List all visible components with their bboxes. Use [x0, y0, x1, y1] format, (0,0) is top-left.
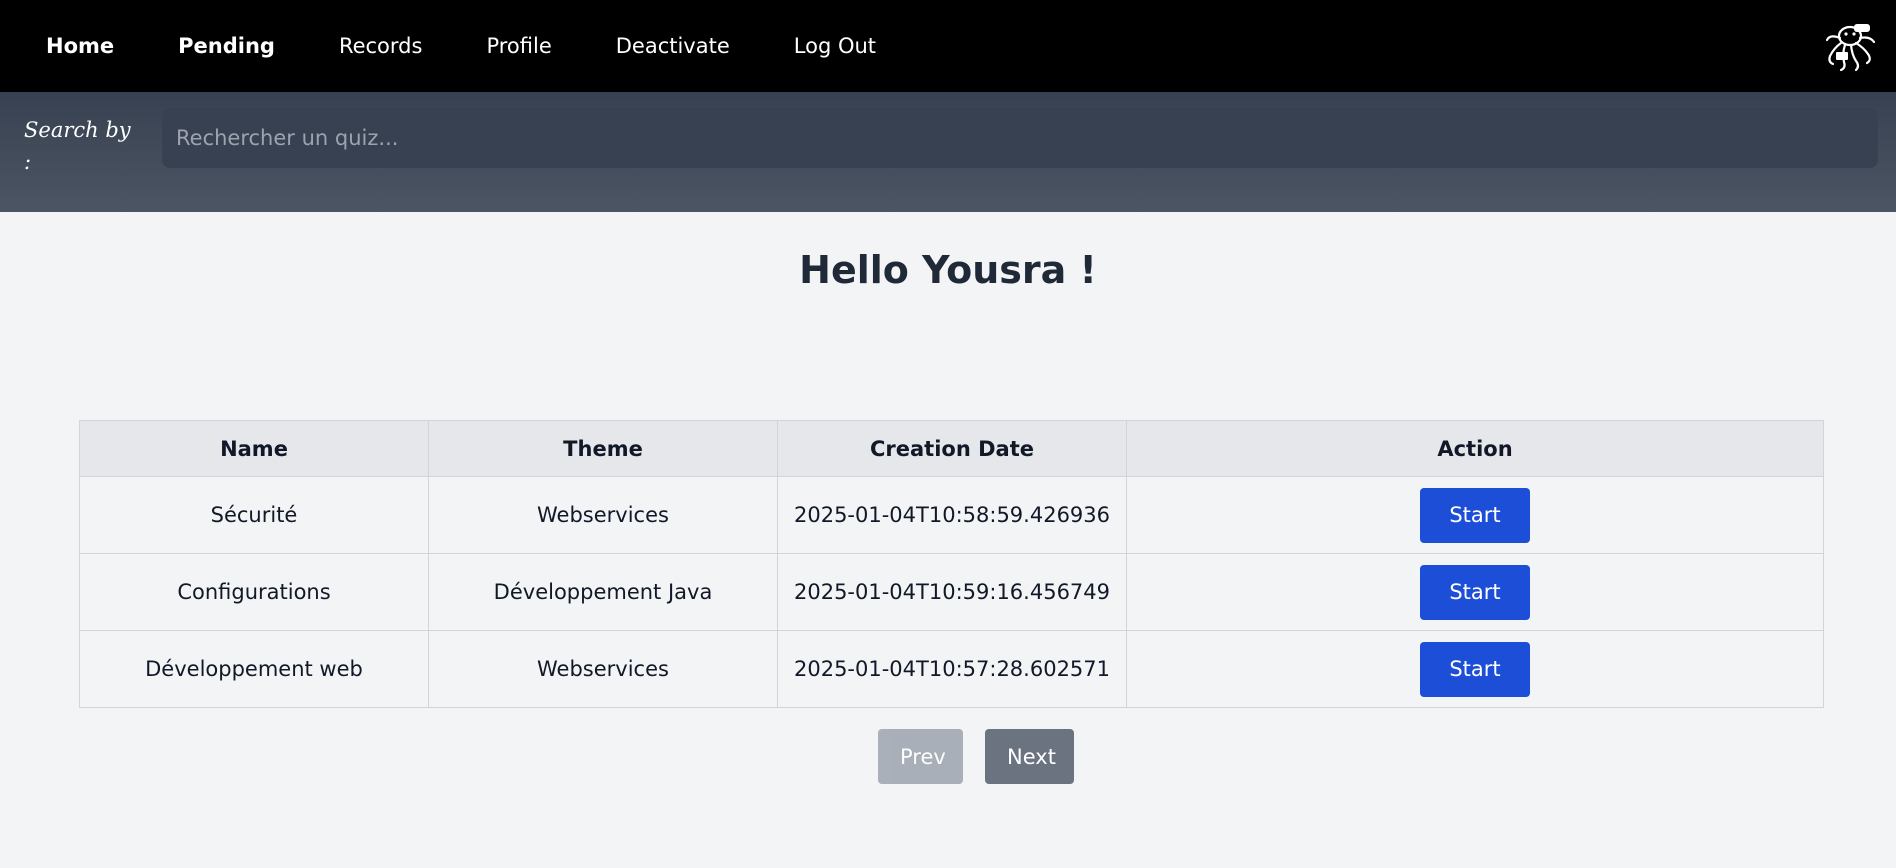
quiz-table: Name Theme Creation Date Action Sécurité… — [79, 420, 1824, 708]
cell-name: Développement web — [79, 630, 429, 708]
start-button[interactable]: Start — [1420, 564, 1530, 620]
nav-logout-link[interactable]: Log Out — [794, 34, 876, 58]
cell-date: 2025-01-04T10:58:59.426936 — [777, 476, 1127, 554]
cell-name: Configurations — [79, 553, 429, 631]
prev-page-button[interactable]: Prev — [878, 729, 963, 784]
cell-action: Start — [1126, 630, 1824, 708]
header-name: Name — [79, 420, 429, 477]
nav-pending-link[interactable]: Pending — [178, 34, 275, 58]
nav-records-link[interactable]: Records — [339, 34, 423, 58]
table-row: Développement web Webservices 2025-01-04… — [79, 630, 1824, 708]
cell-date: 2025-01-04T10:57:28.602571 — [777, 630, 1127, 708]
nav-home-link[interactable]: Home — [46, 34, 114, 58]
header-theme: Theme — [428, 420, 778, 477]
cell-theme: Webservices — [428, 630, 778, 708]
search-label: Search by : — [24, 118, 131, 174]
table-row: Configurations Développement Java 2025-0… — [79, 553, 1824, 631]
nav-deactivate-link[interactable]: Deactivate — [616, 34, 730, 58]
cell-name: Sécurité — [79, 476, 429, 554]
octopus-logo-icon — [1825, 24, 1876, 72]
table-header-row: Name Theme Creation Date Action — [79, 420, 1824, 477]
search-input[interactable] — [162, 108, 1878, 168]
cell-action: Start — [1126, 553, 1824, 631]
table-row: Sécurité Webservices 2025-01-04T10:58:59… — [79, 476, 1824, 554]
nav-profile-link[interactable]: Profile — [486, 34, 551, 58]
greeting-title: Hello Yousra ! — [799, 248, 1097, 292]
top-navbar: Home Pending Records Profile Deactivate … — [0, 0, 1896, 92]
cell-theme: Développement Java — [428, 553, 778, 631]
cell-date: 2025-01-04T10:59:16.456749 — [777, 553, 1127, 631]
cell-theme: Webservices — [428, 476, 778, 554]
cell-action: Start — [1126, 476, 1824, 554]
header-action: Action — [1126, 420, 1824, 477]
start-button[interactable]: Start — [1420, 641, 1530, 697]
start-button[interactable]: Start — [1420, 487, 1530, 543]
quiz-table-container: Name Theme Creation Date Action Sécurité… — [79, 420, 1824, 708]
nav-links: Home Pending Records Profile Deactivate … — [46, 34, 940, 58]
next-page-button[interactable]: Next — [985, 729, 1074, 784]
search-bar: Search by : — [0, 92, 1896, 212]
header-creation-date: Creation Date — [777, 420, 1127, 477]
pagination: Prev Next — [0, 729, 1896, 784]
